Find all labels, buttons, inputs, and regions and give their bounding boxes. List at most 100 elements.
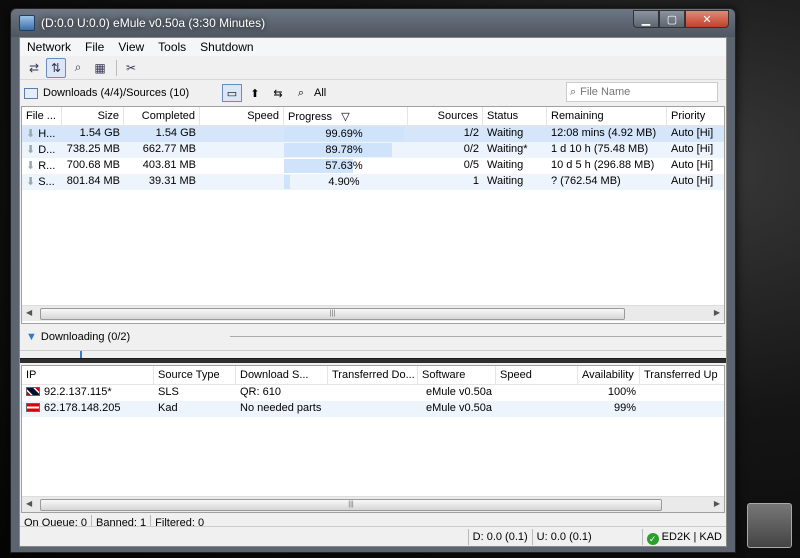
connect-icon[interactable]: ⇄ [24,58,44,78]
source-row[interactable]: 92.2.137.115* SLS QR: 610 eMule v0.50a 100% [22,385,724,401]
col-availability[interactable]: Availability [578,366,640,385]
progress-label: 99.69% [325,128,363,140]
col-speed[interactable]: Speed [200,107,284,126]
cell-software: eMule v0.50a [425,402,492,414]
progress-label: 57.63% [325,160,363,172]
scroll-right-arrow-icon[interactable]: ▶ [714,308,720,317]
cell-software: eMule v0.50a [425,386,492,398]
menu-file[interactable]: File [78,38,111,56]
download-row[interactable]: ⬇ S... 801.84 MB 39.31 MB 4.90% 1 Waiting ? (76… [22,174,724,190]
sources-list[interactable]: IP Source Type Download S... Transferred… [21,365,725,513]
toolbar-divider [116,59,117,76]
menu-network[interactable]: Network [20,38,78,56]
cell-size: 700.68 MB [66,159,120,171]
filter-all-label[interactable]: All [314,87,326,99]
sources-rows: 92.2.137.115* SLS QR: 610 eMule v0.50a 100% 6… [22,385,724,417]
window-title: (D:0.0 U:0.0) eMule v0.50a (3:30 Minutes… [41,16,266,30]
col-source-type[interactable]: Source Type [154,366,236,385]
downloads-title: Downloads (4/4)/Sources (10) [43,87,190,99]
transfer-icon[interactable]: ⇅ [46,57,66,78]
cell-priority: Auto [Hi] [671,175,714,187]
view-queue-button[interactable]: ⇆ [268,84,288,102]
shared-files-icon[interactable]: ▦ [90,58,110,78]
cell-transferred-down [328,385,418,401]
col-transferred-down[interactable]: Transferred Do... [328,366,418,385]
downloads-list-icon [24,87,38,99]
col-size[interactable]: Size [62,107,124,126]
file-name: ⬇ S... [22,174,62,190]
cell-transferred-up [640,401,724,417]
download-status-icon: ⬇ [26,144,36,156]
maximize-button[interactable]: ▢ [659,10,685,28]
cell-status: Waiting [487,127,524,139]
title-bar[interactable]: (D:0.0 U:0.0) eMule v0.50a (3:30 Minutes… [11,9,735,37]
downloads-rows: ⬇ H... 1.54 GB 1.54 GB 99.69% 1/2 Waiting 12:08… [22,126,724,190]
pane-splitter[interactable] [20,358,726,363]
client-area: Network File View Tools Shutdown ⇄ ⇅ ⌕ ▦… [19,37,727,547]
downloading-title: Downloading (0/2) [40,331,131,343]
progress-label: 89.78% [325,144,363,156]
sources-list-header: IP Source Type Download S... Transferred… [22,366,724,385]
preferences-icon[interactable]: ✂ [121,58,141,78]
progress-bar: 99.69% [284,126,408,142]
cell-sources: 0/2 [463,143,479,155]
progress-bar: 57.63% [284,158,408,174]
emule-app-icon[interactable] [19,15,35,31]
cell-download-status: No needed parts [240,402,322,414]
sort-indicator-icon: ▽ [341,111,350,123]
download-arrow-icon: ▼ [26,331,37,343]
col-download-status[interactable]: Download S... [236,366,328,385]
menu-tools[interactable]: Tools [151,38,193,56]
source-row[interactable]: 62.178.148.205 Kad No needed parts eMule v0… [22,401,724,417]
col-progress-label: Progress [288,111,333,123]
cell-remaining: 10 d 5 h (296.88 MB) [551,159,655,171]
col-ip[interactable]: IP [22,366,154,385]
col-speed-src[interactable]: Speed [496,366,578,385]
col-progress[interactable]: Progress ▽ [284,107,408,126]
scroll-left-arrow-icon[interactable]: ◀ [26,308,32,317]
downloads-list[interactable]: File ... Size Completed Speed Progress ▽… [21,106,725,324]
file-name: ⬇ R... [22,158,62,174]
search-icon[interactable]: ⌕ [68,58,88,78]
col-file[interactable]: File ... [22,107,62,126]
cell-size: 801.84 MB [66,175,120,187]
file-name-text: S... [38,176,55,188]
col-completed[interactable]: Completed [124,107,200,126]
menu-view[interactable]: View [111,38,151,56]
filter-search-icon[interactable]: ⌕ [291,84,311,102]
network-status[interactable]: ✓ ED2K | KAD [643,529,726,545]
scroll-left-arrow-icon[interactable]: ◀ [26,499,32,508]
cell-priority: Auto [Hi] [671,127,714,139]
view-downloads-button[interactable]: ▭ [222,84,242,102]
minimize-button[interactable]: ▁ [633,10,659,28]
sources-scroll-thumb[interactable]: ||| [40,499,662,511]
col-remaining[interactable]: Remaining [547,107,667,126]
col-status[interactable]: Status [483,107,547,126]
downloads-scroll-thumb[interactable]: ||| [40,308,625,320]
network-label: ED2K | KAD [661,530,722,543]
cell-completed: 39.31 MB [148,175,196,187]
col-transferred-up[interactable]: Transferred Up [640,366,724,385]
sources-hscroll[interactable]: ◀ ||| ▶ [22,496,724,512]
connected-check-icon: ✓ [646,532,659,545]
file-name-text: D... [38,144,56,156]
file-name-text: H... [38,128,56,140]
download-row[interactable]: ⬇ H... 1.54 GB 1.54 GB 99.69% 1/2 Waiting 12:08… [22,126,724,142]
col-software[interactable]: Software [418,366,496,385]
close-button[interactable]: ✕ [685,10,729,28]
download-row[interactable]: ⬇ D... 738.25 MB 662.77 MB 89.78% 0/2 Waiting*… [22,142,724,158]
download-status-icon: ⬇ [26,128,36,140]
view-uploading-button[interactable]: ⬆ [245,84,265,102]
cell-remaining: 1 d 10 h (75.48 MB) [551,143,649,155]
file-name-search[interactable]: ⌕ [566,82,718,102]
download-row[interactable]: ⬇ R... 700.68 MB 403.81 MB 57.63% 0/5 Waiting 1… [22,158,724,174]
menu-shutdown[interactable]: Shutdown [193,38,260,56]
cell-priority: Auto [Hi] [671,159,714,171]
scroll-right-arrow-icon[interactable]: ▶ [714,499,720,508]
downloads-hscroll[interactable]: ◀ ||| ▶ [22,305,724,321]
source-ip: 62.178.148.205 [22,401,154,417]
col-sources[interactable]: Sources [408,107,483,126]
col-priority[interactable]: Priority [667,107,724,126]
file-name-input[interactable] [580,86,707,98]
cell-speed [496,401,578,417]
